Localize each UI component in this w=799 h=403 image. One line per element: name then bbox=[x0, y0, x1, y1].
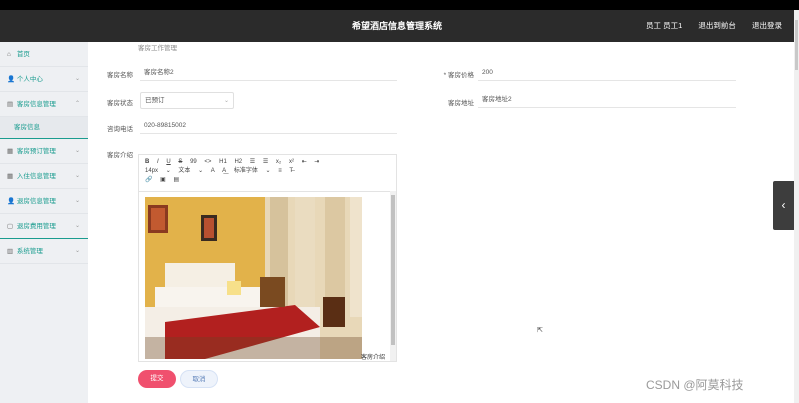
toolbar-row-1: B I U S 99 <> H1 H2 ☰ ☰ x₂ x² ⇤ ⇥ bbox=[145, 158, 390, 167]
sidebar-item-system-management[interactable]: ▥ 系统管理 ⌄ bbox=[0, 239, 88, 264]
top-strip bbox=[0, 0, 799, 10]
room-price-label: * 客房价格 bbox=[443, 72, 474, 79]
sidebar-item-room-info[interactable]: 客房信息 bbox=[0, 117, 88, 139]
collapse-panel-button[interactable]: ‹ bbox=[773, 181, 794, 230]
chevron-down-icon: ⌄ bbox=[165, 168, 171, 174]
align-button[interactable]: ≡ bbox=[278, 168, 282, 174]
sidebar-item-label: 客房预订管理 bbox=[16, 148, 56, 155]
sidebar-item-label: 系统管理 bbox=[16, 248, 43, 255]
mouse-cursor-icon: ⇱ bbox=[537, 327, 543, 334]
outdent-button[interactable]: ⇤ bbox=[302, 159, 307, 165]
sidebar-item-checkout-fee-management[interactable]: ▢ 退房费用管理 ⌄ bbox=[0, 214, 88, 239]
calendar-icon: ▦ bbox=[7, 148, 14, 155]
page-scrollbar[interactable] bbox=[794, 10, 799, 403]
editor-body[interactable]: 客房介绍 bbox=[139, 191, 396, 361]
sidebar-item-checkout-management[interactable]: 👤 退房信息管理 ⌄ bbox=[0, 189, 88, 214]
chevron-down-icon: ⌄ bbox=[223, 98, 229, 104]
main-content: 客房工作管理 客房名称 客房名称2 * 客房价格 200 客房状态 已预订 ⌄ … bbox=[88, 42, 794, 403]
room-status-label: 客房状态 bbox=[107, 100, 133, 107]
clear-format-button[interactable]: T̶ bbox=[289, 168, 293, 174]
room-name-label: 客房名称 bbox=[107, 72, 133, 79]
chevron-down-icon: ⌄ bbox=[265, 168, 271, 174]
italic-button[interactable]: I bbox=[157, 159, 159, 165]
sidebar-item-booking-management[interactable]: ▦ 客房预订管理 ⌄ bbox=[0, 139, 88, 164]
room-address-input[interactable]: 客房地址2 bbox=[478, 92, 736, 108]
chevron-down-icon: ⌄ bbox=[74, 76, 80, 82]
editor-toolbar: B I U S 99 <> H1 H2 ☰ ☰ x₂ x² ⇤ ⇥ 14px ⌄… bbox=[139, 155, 396, 189]
quote-button[interactable]: 99 bbox=[190, 159, 197, 165]
person-icon: 👤 bbox=[7, 198, 16, 205]
intro-caption: 客房介绍 bbox=[361, 355, 386, 361]
h1-button[interactable]: H1 bbox=[219, 159, 227, 165]
exit-to-frontend-link[interactable]: 退出到前台 bbox=[698, 21, 736, 30]
ordered-list-button[interactable]: ☰ bbox=[250, 159, 255, 165]
toolbar-row-3: 🔗 ▣ ▤ bbox=[145, 176, 390, 185]
sidebar-item-home[interactable]: ⌂ 首页 bbox=[0, 42, 88, 67]
sidebar-item-label: 退房信息管理 bbox=[16, 198, 56, 205]
font-size-select[interactable]: 14px bbox=[145, 168, 158, 174]
h2-button[interactable]: H2 bbox=[234, 159, 242, 165]
heading-select[interactable]: 文本 bbox=[178, 168, 190, 174]
header-nav: 员工 员工1 退出到前台 退出登录 bbox=[632, 10, 782, 42]
app-header: 希望酒店信息管理系统 员工 员工1 退出到前台 退出登录 bbox=[0, 10, 794, 42]
background-color-button[interactable]: A͟ bbox=[222, 168, 226, 174]
toolbar-row-2: 14px ⌄ 文本 ⌄ A A͟ 标准字体 ⌄ ≡ T̶ bbox=[145, 167, 390, 176]
phone-input[interactable]: 020-89815002 bbox=[140, 118, 397, 134]
sidebar-item-label: 入住信息管理 bbox=[16, 173, 56, 180]
editor-scrollbar[interactable] bbox=[390, 191, 396, 361]
indent-button[interactable]: ⇥ bbox=[314, 159, 319, 165]
room-name-input[interactable]: 客房名称2 bbox=[140, 65, 397, 81]
sidebar-item-checkin-management[interactable]: ▦ 入住信息管理 ⌄ bbox=[0, 164, 88, 189]
person-icon: 👤 bbox=[7, 76, 16, 83]
sidebar-item-room-management[interactable]: ▤ 客房信息管理 ⌃ bbox=[0, 92, 88, 117]
doc-icon: ▢ bbox=[7, 223, 14, 230]
phone-label: 咨询电话 bbox=[107, 126, 133, 133]
sidebar-item-label: 客房信息 bbox=[14, 124, 40, 131]
sidebar-item-label: 首页 bbox=[16, 51, 30, 58]
logout-link[interactable]: 退出登录 bbox=[752, 21, 782, 30]
underline-button[interactable]: U bbox=[166, 159, 170, 165]
chevron-down-icon: ⌄ bbox=[74, 148, 80, 154]
text-color-button[interactable]: A bbox=[211, 168, 215, 174]
strike-button[interactable]: S bbox=[178, 159, 182, 165]
link-icon[interactable]: 🔗 bbox=[145, 177, 152, 183]
intro-label: 客房介绍 bbox=[107, 152, 133, 159]
list-icon: ▤ bbox=[7, 101, 14, 108]
rich-text-editor: B I U S 99 <> H1 H2 ☰ ☰ x₂ x² ⇤ ⇥ 14px ⌄… bbox=[138, 154, 397, 362]
code-button[interactable]: <> bbox=[204, 159, 211, 165]
chevron-down-icon: ⌄ bbox=[74, 173, 80, 179]
chevron-down-icon: ⌄ bbox=[74, 248, 80, 254]
room-price-input[interactable]: 200 bbox=[478, 65, 736, 81]
room-address-label: 客房地址 bbox=[448, 100, 474, 107]
chevron-up-icon: ⌃ bbox=[74, 101, 80, 107]
cancel-button[interactable]: 取消 bbox=[180, 370, 218, 388]
room-status-select[interactable]: 已预订 ⌄ bbox=[140, 92, 234, 109]
section-title-cut: 客房工作管理 bbox=[138, 45, 177, 52]
submit-button[interactable]: 提交 bbox=[138, 370, 176, 388]
sidebar-item-label: 客房信息管理 bbox=[16, 101, 56, 108]
sidebar-item-label: 退房费用管理 bbox=[16, 223, 56, 230]
image-icon[interactable]: ▣ bbox=[160, 177, 166, 183]
bold-button[interactable]: B bbox=[145, 159, 149, 165]
hotel-room-photo bbox=[145, 197, 362, 359]
chart-icon: ▥ bbox=[7, 248, 14, 255]
sidebar-item-label: 个人中心 bbox=[16, 76, 43, 83]
current-user-link[interactable]: 员工 员工1 bbox=[646, 21, 682, 30]
sidebar: ⌂ 首页 👤 个人中心 ⌄ ▤ 客房信息管理 ⌃ 客房信息 ▦ 客房预订管理 ⌄… bbox=[0, 42, 88, 403]
chevron-down-icon: ⌄ bbox=[198, 168, 204, 174]
subscript-button[interactable]: x₂ bbox=[276, 159, 281, 165]
room-status-value: 已预订 bbox=[145, 97, 165, 104]
chevron-down-icon: ⌄ bbox=[74, 223, 80, 229]
home-icon: ⌂ bbox=[7, 51, 11, 58]
watermark: CSDN @阿莫科技 bbox=[646, 378, 744, 392]
font-family-select[interactable]: 标准字体 bbox=[234, 168, 258, 174]
calendar-icon: ▦ bbox=[7, 173, 14, 180]
video-icon[interactable]: ▤ bbox=[174, 177, 180, 183]
bullet-list-button[interactable]: ☰ bbox=[263, 159, 268, 165]
superscript-button[interactable]: x² bbox=[289, 159, 294, 165]
sidebar-item-profile[interactable]: 👤 个人中心 ⌄ bbox=[0, 67, 88, 92]
chevron-down-icon: ⌄ bbox=[74, 198, 80, 204]
